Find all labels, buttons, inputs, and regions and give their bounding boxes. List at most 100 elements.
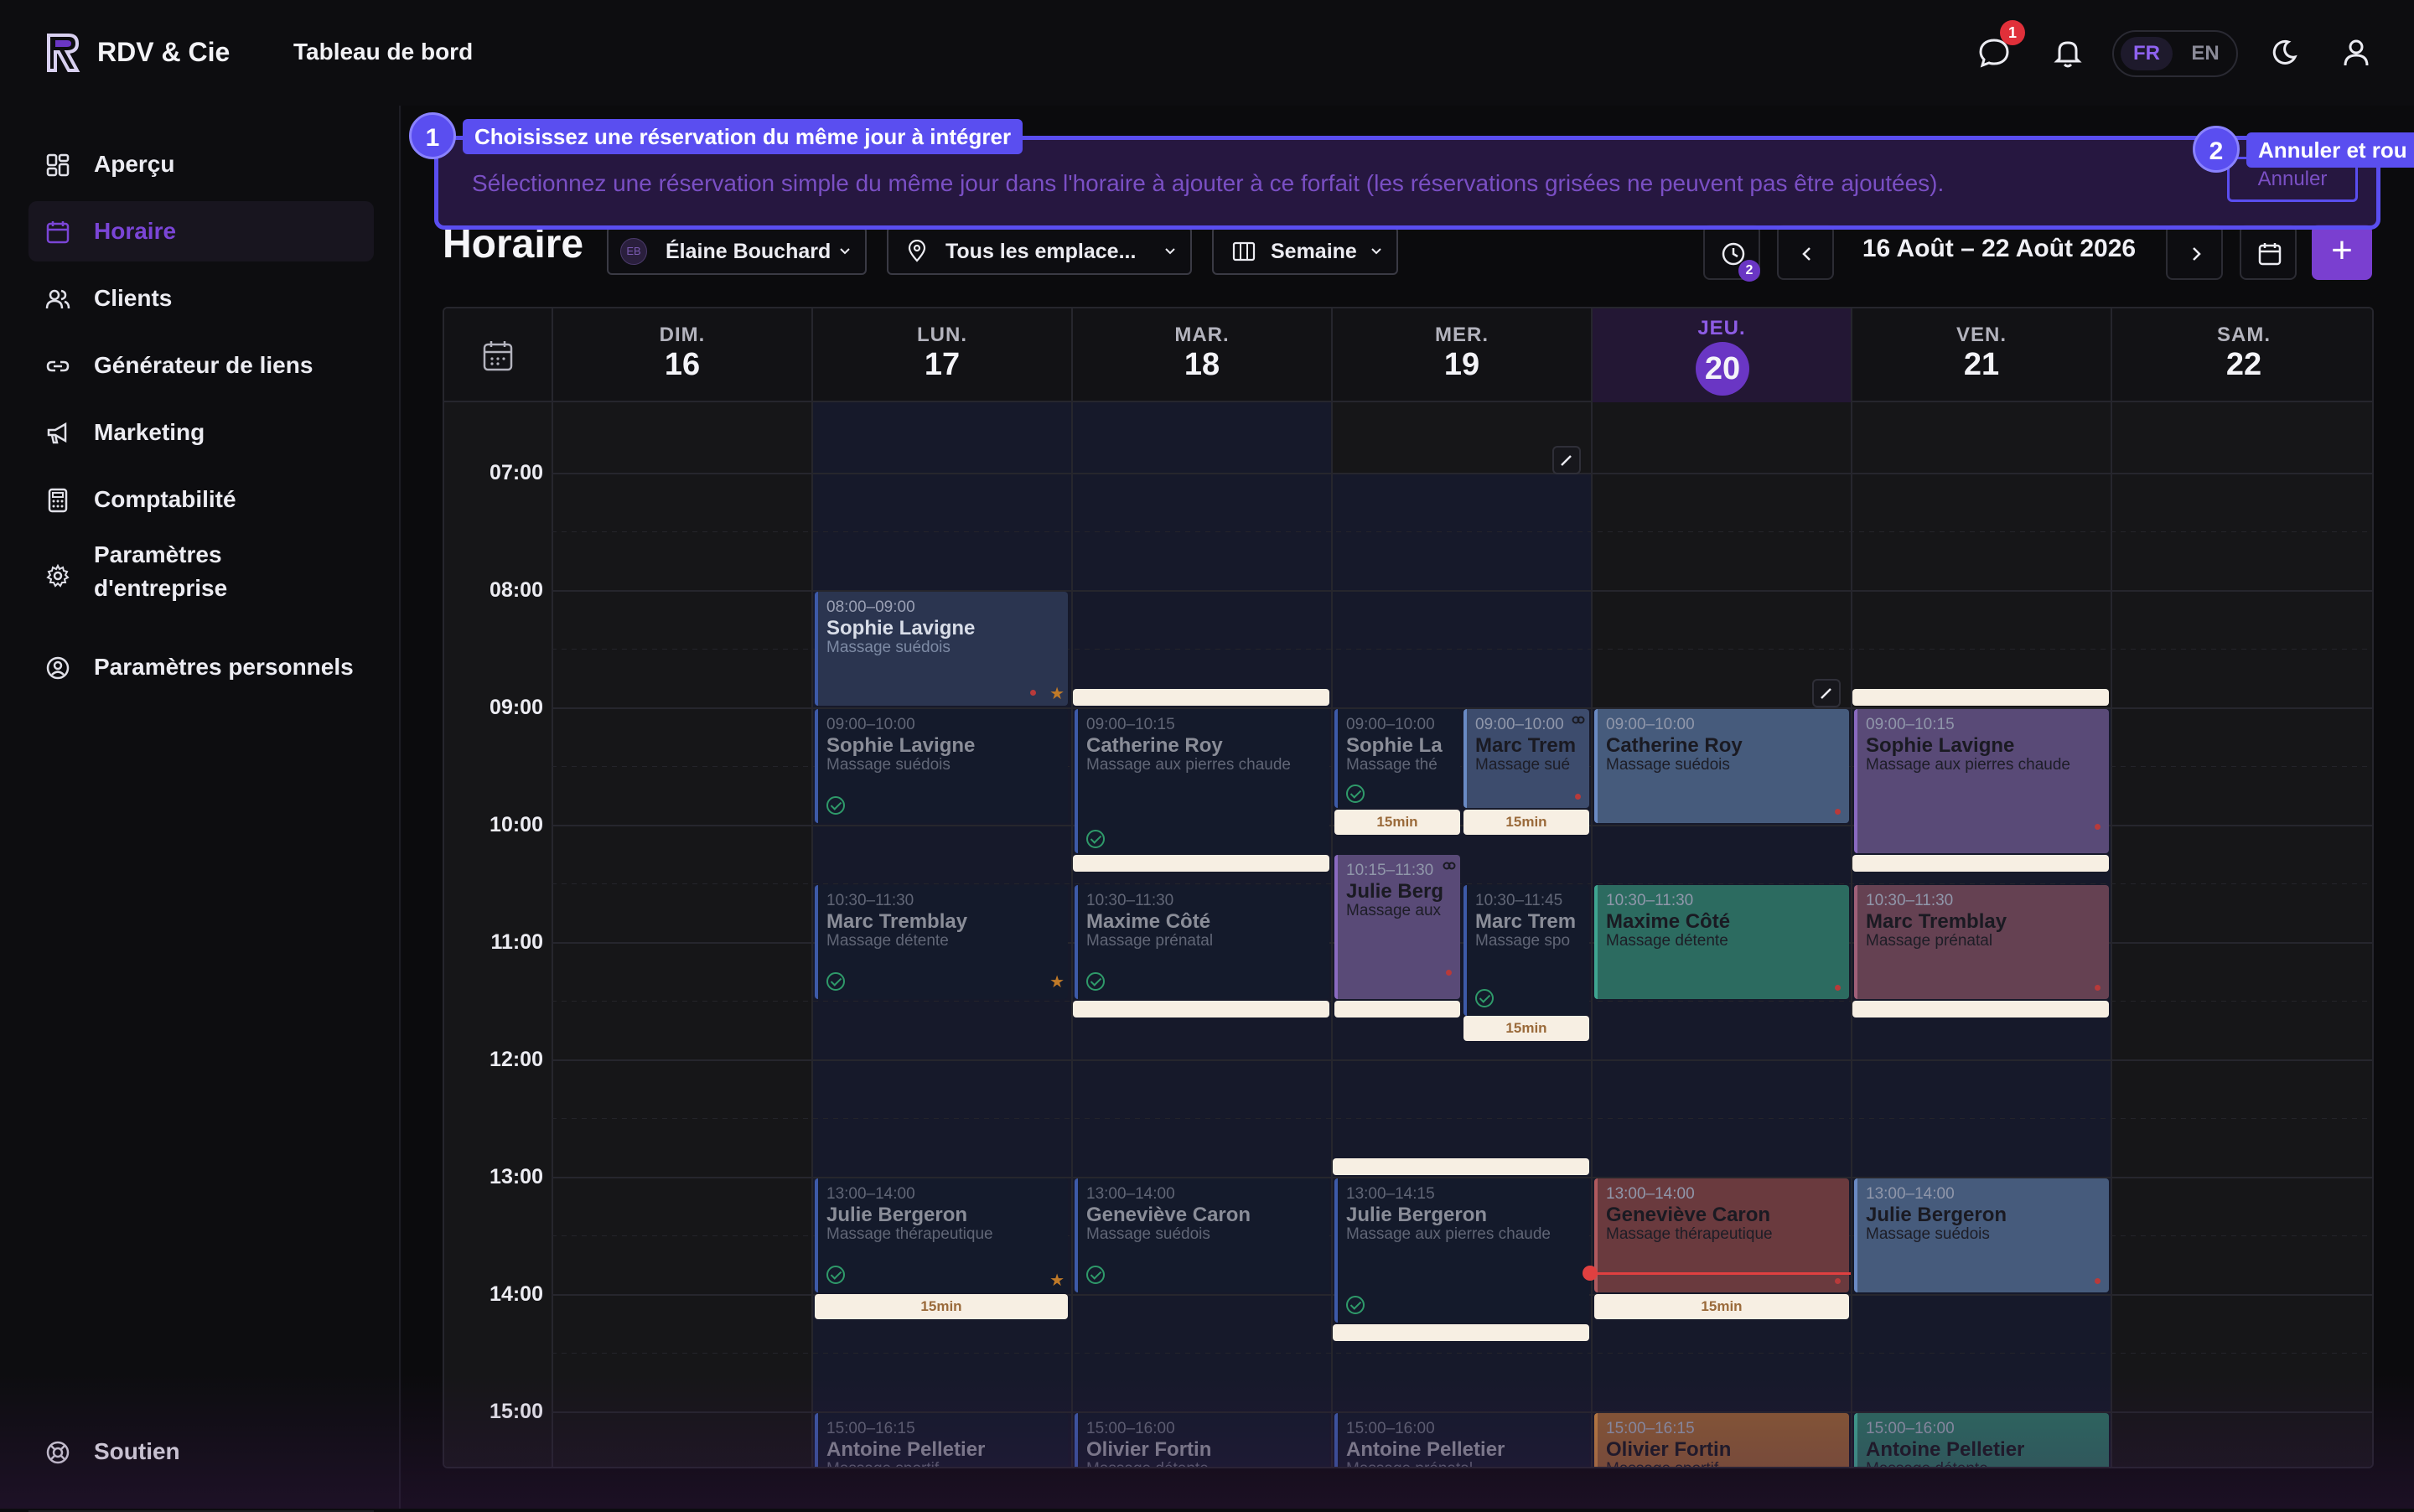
booking-card[interactable]: 13:00–14:00 Geneviève Caron Massage suéd… xyxy=(1075,1178,1329,1292)
day-header[interactable]: MER. 19 xyxy=(1331,308,1591,402)
day-header-today[interactable]: JEU. 20 xyxy=(1591,308,1851,402)
day-number: 20 xyxy=(1696,342,1749,396)
sidebar-item-parametres-personnels[interactable]: Paramètres personnels xyxy=(28,637,374,697)
calendar-icon[interactable] xyxy=(481,339,515,372)
booking-card[interactable]: 13:00–14:00 Julie Bergeron Massage théra… xyxy=(815,1178,1068,1292)
booking-time: 09:00–10:00 xyxy=(1346,716,1435,733)
booking-service: Massage aux xyxy=(1346,902,1442,919)
lang-fr-button[interactable]: FR xyxy=(2121,37,2173,70)
sidebar-item-label: Marketing xyxy=(94,419,205,445)
prev-week-button[interactable] xyxy=(1777,225,1834,280)
hour-label: 12:00 xyxy=(490,1048,543,1071)
date-picker-button[interactable] xyxy=(2240,225,2297,280)
day-header[interactable]: LUN. 17 xyxy=(811,308,1071,402)
booking-card[interactable]: 13:00–14:15 Julie Bergeron Massage aux p… xyxy=(1334,1178,1589,1323)
booking-time: 09:00–10:00 xyxy=(1606,716,1695,733)
chevron-left-icon xyxy=(1802,247,1810,261)
check-icon xyxy=(826,1266,845,1284)
sidebar-item-soutien[interactable]: Soutien xyxy=(28,1421,374,1482)
booking-card[interactable]: 15:00–16:15 Olivier Fortin Massage sport… xyxy=(1594,1413,1849,1467)
sidebar-item-horaire[interactable]: Horaire xyxy=(28,201,374,261)
sidebar-item-comptabilite[interactable]: Comptabilité xyxy=(28,469,374,530)
sidebar-item-label: Horaire xyxy=(94,218,177,244)
booking-card[interactable]: 10:30–11:30 Maxime Côté Massage prénatal xyxy=(1075,885,1329,999)
view-select-value: Semaine xyxy=(1271,240,1357,263)
day-header[interactable]: DIM. 16 xyxy=(552,308,811,402)
day-header[interactable]: MAR. 18 xyxy=(1071,308,1331,402)
location-select[interactable]: Tous les emplace... xyxy=(887,226,1192,275)
booking-time: 09:00–10:00 xyxy=(1475,716,1564,733)
staff-select[interactable]: EB Élaine Bouchard xyxy=(607,226,867,275)
buffer-block: 15min xyxy=(1463,1016,1589,1041)
booking-card[interactable]: 15:00–16:00 Antoine Pelletier Massage dé… xyxy=(1854,1413,2109,1467)
lang-en-button[interactable]: EN xyxy=(2179,37,2231,70)
sidebar-item-label: Aperçu xyxy=(94,151,175,177)
booking-card[interactable]: 09:00–10:00 Marc Trem Massage sué xyxy=(1463,709,1589,808)
tour-step-2-title: Annuler et rou xyxy=(2246,132,2414,168)
booking-card[interactable]: 15:00–16:00 Olivier Fortin Massage déten… xyxy=(1075,1413,1329,1467)
bell-icon[interactable] xyxy=(2050,35,2085,70)
booking-card[interactable]: 13:00–14:00 Geneviève Caron Massage thér… xyxy=(1594,1178,1849,1292)
booking-service: Massage prénatal xyxy=(1866,932,1993,950)
check-icon xyxy=(1346,1296,1365,1314)
day-header[interactable]: SAM. 22 xyxy=(2111,308,2372,402)
booking-card[interactable]: 09:00–10:00 Sophie Lavigne Massage suédo… xyxy=(815,709,1068,823)
edit-availability-button[interactable] xyxy=(1812,679,1841,707)
sidebar-item-parametres-entreprise[interactable]: Paramètres d'entreprise xyxy=(28,536,374,617)
day-column[interactable] xyxy=(2111,402,2372,1467)
day-number: 18 xyxy=(1184,347,1220,382)
link-icon xyxy=(1443,862,1456,870)
logo-icon[interactable] xyxy=(44,32,82,74)
sidebar-item-label: Paramètres d'entreprise xyxy=(94,538,227,605)
booking-time: 15:00–16:00 xyxy=(1086,1420,1175,1437)
moon-icon[interactable] xyxy=(2266,35,2302,70)
booking-card[interactable]: 15:00–16:00 Antoine Pelletier Massage pr… xyxy=(1334,1413,1589,1467)
booking-card[interactable]: 09:00–10:00 Sophie La Massage thé xyxy=(1334,709,1460,808)
booking-card[interactable]: 09:00–10:15 Catherine Roy Massage aux pi… xyxy=(1075,709,1329,853)
next-week-button[interactable] xyxy=(2166,225,2223,280)
day-column[interactable] xyxy=(552,402,811,1467)
day-header[interactable]: VEN. 21 xyxy=(1851,308,2111,402)
booking-client: Julie Berg xyxy=(1346,880,1444,903)
booking-card[interactable]: 10:30–11:30 Marc Tremblay Massage prénat… xyxy=(1854,885,2109,999)
booking-time: 10:30–11:30 xyxy=(826,892,914,909)
brand-name[interactable]: RDV & Cie xyxy=(97,37,230,68)
page-title: Tableau de bord xyxy=(293,39,474,65)
sidebar-item-marketing[interactable]: Marketing xyxy=(28,402,374,463)
booking-card[interactable]: 08:00–09:00 Sophie Lavigne Massage suédo… xyxy=(815,592,1068,706)
booking-service: Massage thé xyxy=(1346,756,1438,774)
add-booking-button[interactable]: + xyxy=(2312,225,2372,280)
day-number: 22 xyxy=(2225,347,2262,382)
edit-availability-button[interactable] xyxy=(1552,446,1581,474)
booking-service: Massage thérapeutique xyxy=(826,1225,993,1243)
booking-card[interactable]: 09:00–10:15 Sophie Lavigne Massage aux p… xyxy=(1854,709,2109,853)
booking-card[interactable]: 09:00–10:00 Catherine Roy Massage suédoi… xyxy=(1594,709,1849,823)
sidebar-item-clients[interactable]: Clients xyxy=(28,268,374,329)
booking-card[interactable]: 10:30–11:30 Marc Tremblay Massage détent… xyxy=(815,885,1068,999)
sidebar: Aperçu Horaire Clients Générateur de lie… xyxy=(0,106,401,1512)
check-icon xyxy=(1086,972,1105,991)
view-select[interactable]: Semaine xyxy=(1212,226,1398,275)
chevron-right-icon xyxy=(2193,247,2201,261)
booking-card[interactable]: 10:30–11:45 Marc Trem Massage spo xyxy=(1463,885,1589,1016)
language-switcher[interactable]: FR EN xyxy=(2112,30,2238,77)
half-hour-line xyxy=(552,1353,2372,1354)
buffer-block xyxy=(1333,1324,1589,1341)
top-bar: RDV & Cie Tableau de bord 1 FR EN xyxy=(0,0,2414,106)
booking-card[interactable]: 10:15–11:30 Julie Berg Massage aux xyxy=(1334,855,1460,999)
booking-card[interactable]: 15:00–16:15 Antoine Pelletier Massage sp… xyxy=(815,1413,1068,1467)
calculator-icon xyxy=(48,488,68,513)
booking-time: 13:00–14:00 xyxy=(1606,1185,1695,1203)
label-line-1: Paramètres xyxy=(94,541,222,567)
booking-card[interactable]: 13:00–14:00 Julie Bergeron Massage suédo… xyxy=(1854,1178,2109,1292)
hour-line xyxy=(552,1059,2372,1061)
check-icon xyxy=(1086,1266,1105,1284)
buffer-block xyxy=(1073,689,1329,706)
booking-card[interactable]: 10:30–11:30 Maxime Côté Massage détente xyxy=(1594,885,1849,999)
avatar: EB xyxy=(620,238,647,265)
sidebar-item-generateur-liens[interactable]: Générateur de liens xyxy=(28,335,374,396)
messages-badge: 1 xyxy=(2000,20,2025,45)
user-icon[interactable] xyxy=(2339,35,2374,70)
booking-client: Geneviève Caron xyxy=(1086,1204,1251,1226)
sidebar-item-apercu[interactable]: Aperçu xyxy=(28,134,374,194)
